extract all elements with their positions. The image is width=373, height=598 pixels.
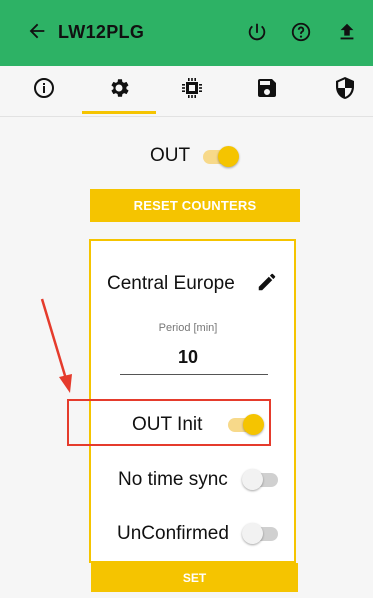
- save-icon[interactable]: [255, 76, 279, 100]
- back-arrow-icon[interactable]: [26, 20, 48, 42]
- period-label: Period [min]: [158, 322, 218, 334]
- timezone-label: Central Europe: [107, 273, 235, 294]
- unconfirmed-label: UnConfirmed: [117, 523, 229, 544]
- app-title: LW12PLG: [58, 22, 145, 42]
- upload-icon[interactable]: [336, 21, 358, 43]
- period-input[interactable]: 10: [108, 347, 268, 368]
- gear-icon[interactable]: [107, 76, 131, 100]
- out-init-toggle[interactable]: [228, 414, 264, 435]
- out-init-toggle-knob: [243, 414, 264, 435]
- shield-icon[interactable]: [333, 76, 357, 100]
- selected-tab-indicator: [82, 111, 156, 114]
- out-label: OUT: [150, 145, 191, 166]
- unconfirmed-toggle[interactable]: [242, 523, 278, 544]
- help-icon[interactable]: [290, 21, 312, 43]
- no-time-sync-toggle-knob: [242, 469, 263, 490]
- no-time-sync-label: No time sync: [118, 469, 228, 490]
- unconfirmed-toggle-knob: [242, 523, 263, 544]
- annotation-arrow: [40, 298, 72, 393]
- set-button[interactable]: SET: [91, 563, 298, 592]
- power-icon[interactable]: [246, 21, 268, 43]
- out-init-label: OUT Init: [132, 414, 203, 435]
- tab-bar: [0, 66, 373, 117]
- app-bar: LW12PLG: [0, 0, 373, 66]
- period-input-underline: [120, 374, 268, 375]
- out-toggle[interactable]: [203, 146, 239, 167]
- out-toggle-knob: [218, 146, 239, 167]
- info-icon[interactable]: [32, 76, 56, 100]
- chip-icon[interactable]: [180, 76, 204, 100]
- out-toggle-row: OUT: [0, 145, 373, 169]
- no-time-sync-toggle[interactable]: [242, 469, 278, 490]
- reset-counters-button[interactable]: RESET COUNTERS: [90, 189, 300, 222]
- pencil-icon[interactable]: [256, 271, 278, 293]
